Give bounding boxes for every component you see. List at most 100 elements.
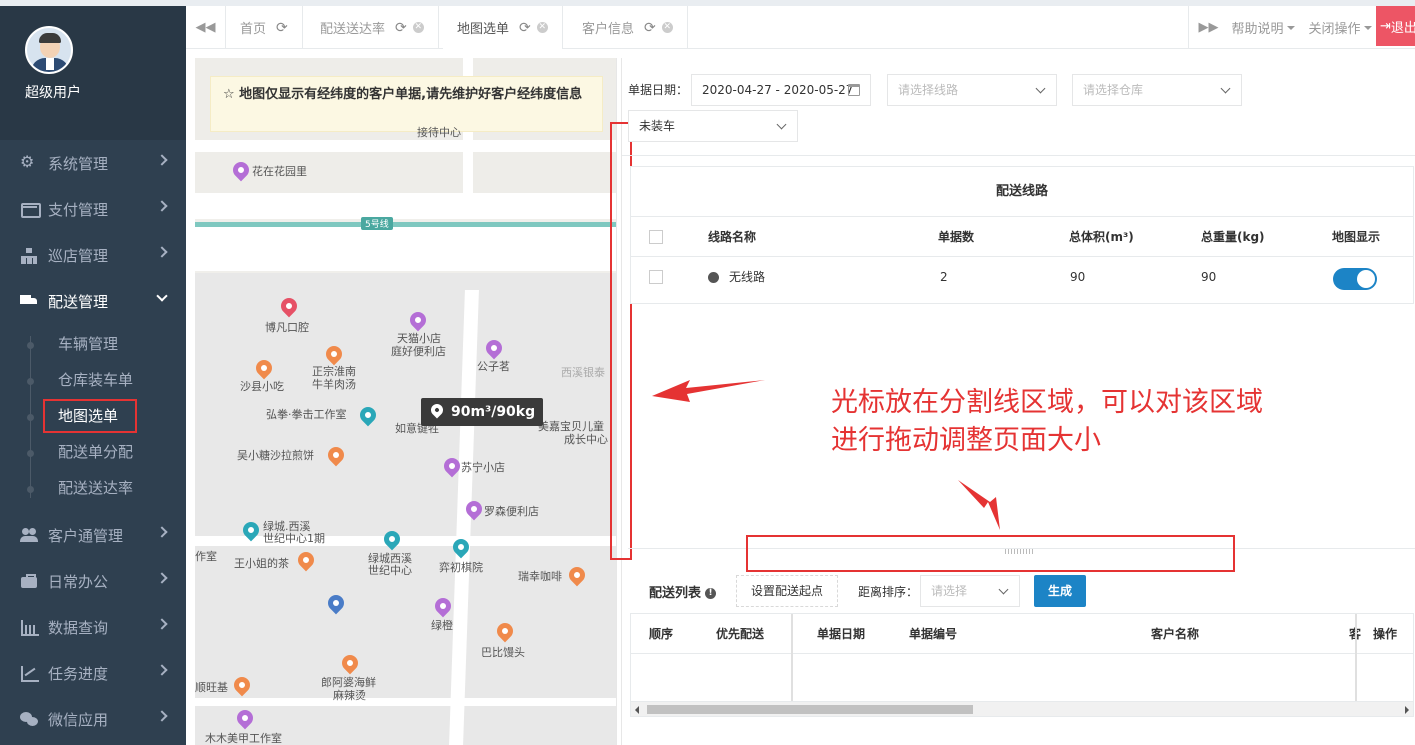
- help-label: 帮助说明: [1231, 22, 1284, 37]
- scrollbar-thumb[interactable]: [647, 705, 973, 714]
- sidebar-subitem-vehicles[interactable]: 车辆管理: [0, 326, 186, 362]
- map-notice: ☆ 地图仅显示有经纬度的客户单据,请先维护好客户经纬度信息: [210, 76, 603, 132]
- marker-label: 90m³/90kg: [451, 404, 536, 420]
- delivery-list-toolbar: 配送列表! 设置配送起点 距离排序： 请选择 生成: [630, 569, 1414, 613]
- user-name[interactable]: 超级用户: [25, 82, 81, 102]
- date-range-input[interactable]: 2020-04-27 - 2020-05-27: [691, 74, 871, 106]
- sidebar-item-store-patrol[interactable]: 巡店管理: [0, 232, 186, 278]
- chevron-right-icon: [156, 246, 168, 258]
- scroll-left-icon[interactable]: [635, 706, 639, 714]
- close-ops-label: 关闭操作: [1308, 22, 1361, 37]
- sidebar-item-label: 系统管理: [48, 154, 109, 173]
- tab-label: 首页: [240, 22, 267, 37]
- avatar[interactable]: [25, 26, 73, 74]
- map-poi: 正宗淮南: [312, 365, 356, 378]
- close-ops-dropdown[interactable]: 关闭操作: [1304, 6, 1376, 49]
- help-dropdown[interactable]: 帮助说明: [1228, 6, 1298, 49]
- delivery-list-title-text: 配送列表: [649, 586, 702, 601]
- horizontal-scrollbar[interactable]: [630, 701, 1414, 717]
- chevron-down-icon: [1035, 83, 1046, 94]
- sidebar-item-data-query[interactable]: 数据查询: [0, 604, 186, 650]
- loading-status-value: 未装车: [639, 119, 676, 133]
- map-poi: 成长中心: [564, 433, 608, 446]
- tab-customer-info[interactable]: 客户信息 ⟳ ✕: [568, 6, 688, 49]
- map-road: [195, 193, 616, 219]
- credit-card-icon: [20, 201, 41, 218]
- close-icon[interactable]: ✕: [412, 22, 424, 33]
- route-name: 无线路: [729, 270, 766, 284]
- sidebar-subitem-map-select[interactable]: 地图选单: [0, 398, 186, 434]
- annotation-line: 光标放在分割线区域，可以对该区域: [831, 387, 1263, 418]
- warehouse-select[interactable]: 请选择仓库: [1072, 74, 1242, 106]
- scroll-right-icon[interactable]: [1405, 706, 1409, 714]
- info-icon[interactable]: !: [705, 588, 717, 599]
- refresh-icon[interactable]: ⟳: [276, 20, 288, 36]
- sidebar-item-label: 客户通管理: [48, 526, 124, 545]
- loading-status-select[interactable]: 未装车: [628, 110, 798, 142]
- refresh-icon[interactable]: ⟳: [395, 20, 407, 36]
- map-poi: 绿橙: [431, 619, 453, 632]
- map-poi: 西溪银泰: [561, 366, 605, 379]
- close-icon[interactable]: ✕: [661, 22, 673, 33]
- count-cell: 2: [940, 270, 948, 284]
- tab-map-select[interactable]: 地图选单 ⟳ ✕: [443, 6, 563, 49]
- side-menu-lower: 客户通管理 日常办公 数据查询 任务进度 微信应用: [0, 512, 186, 742]
- map-poi: 顺旺基: [195, 681, 228, 694]
- tab-scroll-right-button[interactable]: ▶▶: [1188, 6, 1228, 49]
- set-start-point-button[interactable]: 设置配送起点: [736, 575, 839, 607]
- map-poi: 麻辣烫: [333, 689, 366, 702]
- chevron-right-icon: [156, 526, 168, 538]
- map-poi: 沙县小吃: [240, 380, 284, 393]
- sort-select[interactable]: 请选择: [920, 575, 1020, 607]
- sidebar-item-label: 任务进度: [48, 664, 109, 683]
- map-poi: 巴比馒头: [481, 646, 525, 659]
- route-select[interactable]: 请选择线路: [887, 74, 1057, 106]
- map-road: [195, 140, 616, 152]
- chevron-right-icon: [156, 664, 168, 676]
- sidebar-item-office[interactable]: 日常办公: [0, 558, 186, 604]
- close-icon[interactable]: ✕: [536, 22, 548, 33]
- map-panel[interactable]: 5号线 ☆ 地图仅显示有经纬度的客户单据,请先维护好客户经纬度信息 接待中心 花…: [195, 58, 616, 745]
- logout-label: 退出: [1390, 20, 1415, 36]
- delivery-list-title: 配送列表!: [649, 582, 717, 601]
- sidebar-subitem-delivery-rate[interactable]: 配送送达率: [0, 470, 186, 506]
- logout-button[interactable]: ⇥ 退出: [1376, 6, 1415, 46]
- row-checkbox[interactable]: [649, 270, 663, 284]
- date-filter-label: 单据日期：: [628, 83, 689, 97]
- column-header: 地图显示: [1332, 230, 1381, 244]
- tab-label: 地图选单: [457, 22, 510, 37]
- map-road: [195, 227, 616, 271]
- sidebar-item-delivery[interactable]: 配送管理: [0, 278, 186, 324]
- warehouse-placeholder: 请选择仓库: [1083, 83, 1144, 97]
- tabs-bar: ◀◀ 首页 ⟳ 配送送达率 ⟳ ✕ 地图选单 ⟳ ✕ 客户信息 ⟳ ✕ ▶▶ 帮助说明 关闭操…: [186, 6, 1415, 49]
- generate-button[interactable]: 生成: [1034, 575, 1087, 607]
- tab-scroll-left-button[interactable]: ◀◀: [186, 6, 226, 49]
- sitemap-icon: [20, 247, 40, 264]
- sign-out-icon: ⇥: [1380, 18, 1391, 34]
- chevron-down-icon: [776, 119, 787, 130]
- sidebar-item-wechat[interactable]: 微信应用: [0, 696, 186, 742]
- column-header: 单据日期: [817, 627, 866, 641]
- column-header: 线路名称: [708, 230, 757, 244]
- refresh-icon[interactable]: ⟳: [519, 20, 531, 36]
- sidebar-item-label: 支付管理: [48, 200, 109, 219]
- user-profile: 超级用户: [0, 6, 186, 140]
- tab-delivery-rate[interactable]: 配送送达率 ⟳ ✕: [306, 6, 439, 49]
- sidebar-subitem-dispatch-assign[interactable]: 配送单分配: [0, 434, 186, 470]
- delivery-list-header: 顺序 优先配送 单据日期 单据编号 客户名称 客 操作: [631, 614, 1413, 654]
- select-all-checkbox[interactable]: [649, 230, 663, 244]
- sidebar-item-customer[interactable]: 客户通管理: [0, 512, 186, 558]
- line-chart-icon: [20, 665, 40, 682]
- sidebar-item-payment[interactable]: 支付管理: [0, 186, 186, 232]
- sidebar-subitem-warehouse-loading[interactable]: 仓库装车单: [0, 362, 186, 398]
- volume-cell: 90: [1070, 270, 1086, 284]
- map-display-toggle[interactable]: [1333, 268, 1377, 290]
- table-row[interactable]: 无线路 2 90 90: [631, 257, 1413, 297]
- tab-home[interactable]: 首页 ⟳: [226, 6, 303, 49]
- sidebar-item-system[interactable]: 系统管理: [0, 140, 186, 186]
- column-header: 操作: [1373, 627, 1398, 641]
- sidebar-item-label: 巡店管理: [48, 246, 109, 265]
- sidebar-item-task-progress[interactable]: 任务进度: [0, 650, 186, 696]
- refresh-icon[interactable]: ⟳: [644, 20, 656, 36]
- map-marker-tooltip[interactable]: 90m³/90kg: [421, 398, 544, 426]
